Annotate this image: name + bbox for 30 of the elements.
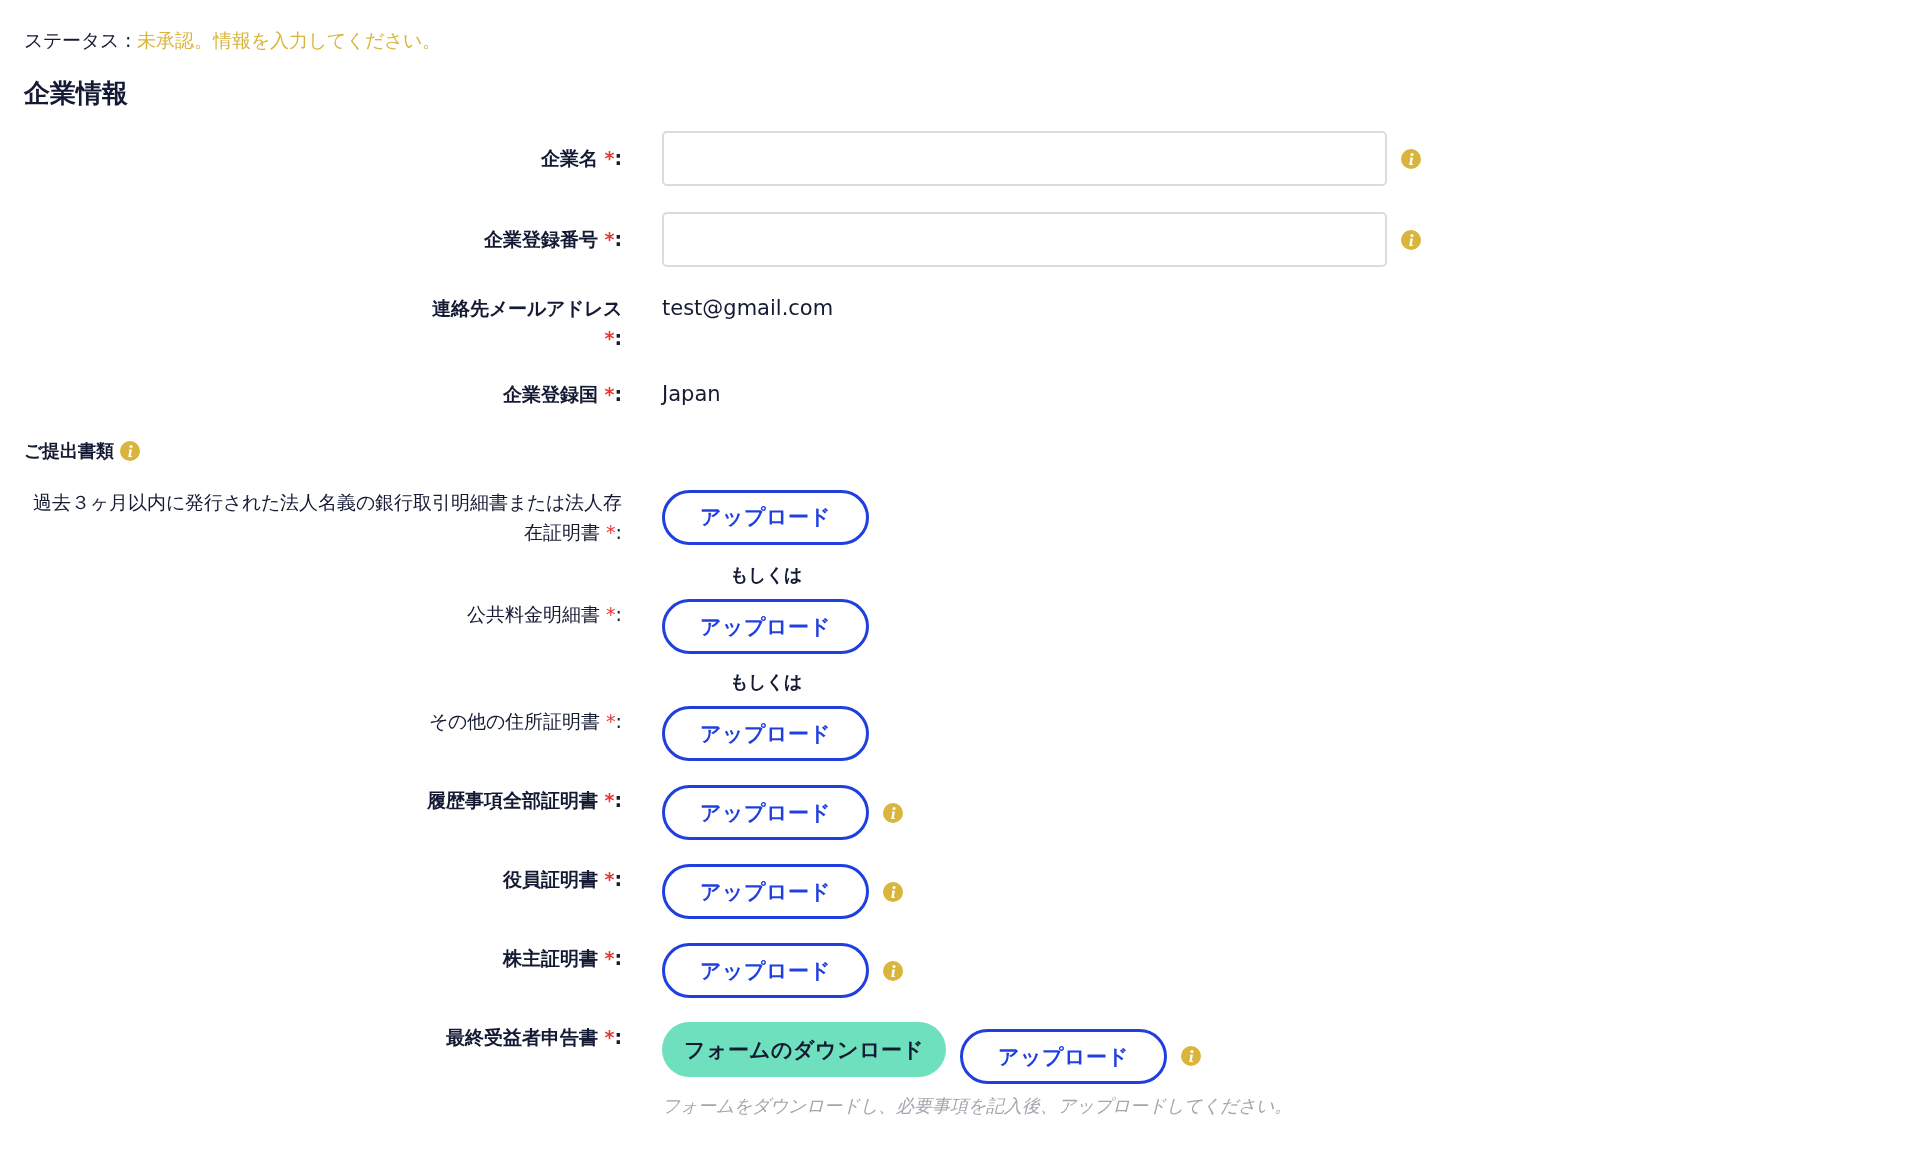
or-text: もしくは: [728, 563, 803, 587]
section-title: ご提出書類: [24, 439, 114, 463]
field-label: 公共料金明細書 *:: [467, 602, 622, 627]
field-label: 履歴事項全部証明書 *:: [427, 788, 622, 813]
upload-button[interactable]: アップロード: [662, 706, 869, 761]
or-text: もしくは: [728, 670, 803, 694]
field-label: 企業登録国 *:: [503, 382, 622, 407]
download-button[interactable]: フォームのダウンロード: [662, 1022, 946, 1077]
text-input[interactable]: [662, 212, 1387, 267]
hint-text: フォームをダウンロードし、必要事項を記入後、アップロードしてください。: [662, 1094, 1293, 1118]
section-heading: 企業情報: [24, 77, 129, 110]
status-label: ステータス :: [24, 28, 132, 53]
upload-button[interactable]: アップロード: [662, 864, 869, 919]
field-label: 企業名 *:: [541, 146, 622, 171]
field-value: Japan: [662, 381, 721, 408]
upload-button[interactable]: アップロード: [662, 489, 869, 545]
upload-button[interactable]: アップロード: [662, 599, 869, 654]
upload-button[interactable]: アップロード: [662, 785, 869, 840]
status-value: 未承認。情報を入力してください。: [137, 28, 442, 53]
field-label: 過去３ヶ月以内に発行された法人名義の銀行取引明細書または法人存在証明書 *:: [32, 490, 622, 545]
field-label: 最終受益者申告書 *:: [446, 1025, 622, 1050]
field-value: test@gmail.com: [662, 295, 834, 322]
upload-button[interactable]: アップロード: [662, 943, 869, 998]
upload-button[interactable]: アップロード: [960, 1029, 1167, 1084]
field-label: 株主証明書 *:: [503, 946, 622, 971]
field-label: その他の住所証明書 *:: [429, 709, 622, 734]
field-label: 連絡先メールアドレス *:: [431, 296, 622, 351]
text-input[interactable]: [662, 131, 1387, 186]
field-label: 企業登録番号 *:: [484, 227, 622, 252]
field-label: 役員証明書 *:: [503, 867, 622, 892]
